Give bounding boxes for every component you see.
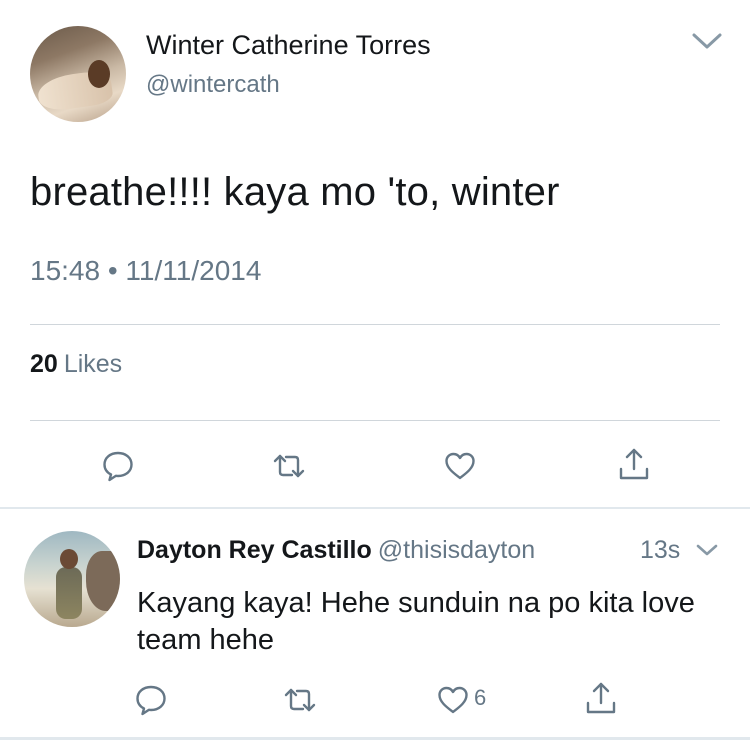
likes-count: 20 [30, 350, 58, 378]
reply-author-avatar[interactable] [24, 531, 120, 627]
author-avatar[interactable] [30, 26, 126, 122]
reply-text: Kayang kaya! Hehe sunduin na po kita lov… [137, 587, 695, 656]
main-tweet: Winter Catherine Torres @wintercath brea… [0, 0, 750, 508]
reply-icon[interactable] [101, 449, 135, 483]
reply-time: 13s [640, 536, 681, 564]
reply-icon[interactable] [134, 683, 168, 717]
share-icon[interactable] [584, 681, 618, 715]
retweet-icon[interactable] [272, 449, 306, 483]
divider [30, 420, 720, 421]
tweet-text: breathe!!!! kaya mo 'to, winter [30, 170, 560, 214]
tweet-timestamp: 15:48 • 11/11/2014 [30, 255, 262, 286]
chevron-down-icon[interactable] [690, 30, 724, 52]
reply-author-handle[interactable]: @thisisdayton [378, 536, 535, 564]
likes-summary[interactable]: 20 Likes [30, 350, 122, 379]
author-handle[interactable]: @wintercath [146, 71, 280, 99]
retweet-icon[interactable] [283, 683, 317, 717]
author-name[interactable]: Winter Catherine Torres [146, 30, 431, 61]
reply-like-count: 6 [474, 685, 487, 710]
tweet-separator [0, 507, 750, 509]
share-icon[interactable] [617, 447, 651, 481]
heart-icon[interactable] [443, 449, 477, 483]
reply-header: Dayton Rey Castillo @thisisdayton [137, 536, 535, 565]
chevron-down-icon[interactable] [695, 542, 719, 558]
heart-icon[interactable] [436, 683, 470, 717]
divider [30, 324, 720, 325]
likes-label: Likes [63, 350, 123, 378]
reply-author-name[interactable]: Dayton Rey Castillo [137, 536, 372, 564]
